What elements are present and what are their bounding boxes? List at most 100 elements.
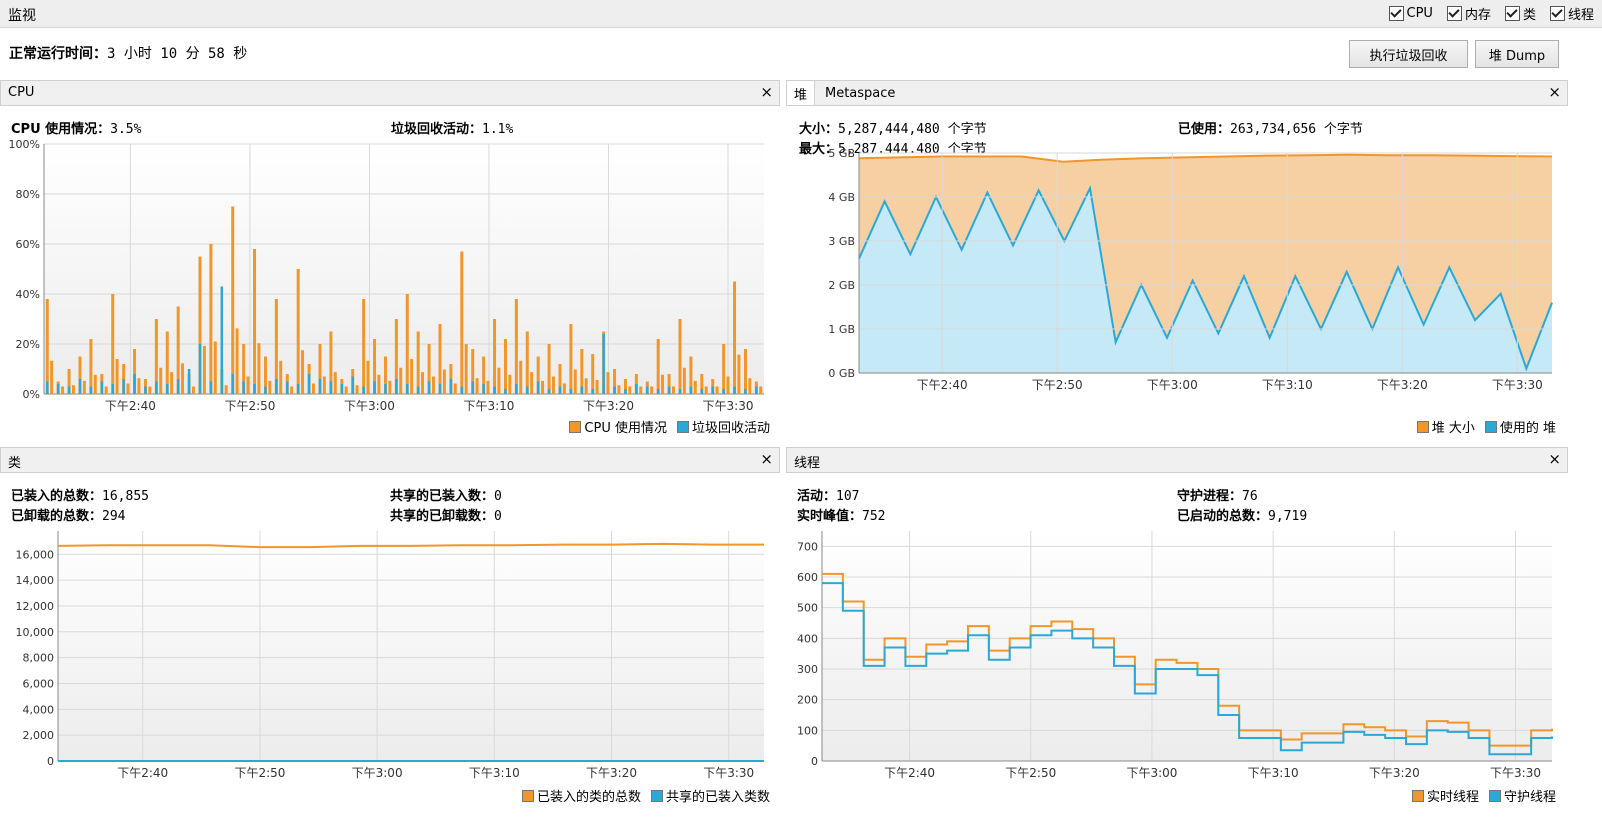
threads-legend: 实时线程 守护线程 [1411, 786, 1556, 805]
perform-gc-button[interactable]: 执行垃圾回收 [1349, 40, 1468, 68]
x-tick-label: 下午3:10 [463, 399, 514, 413]
x-tick-label: 下午3:20 [1377, 378, 1428, 392]
close-icon[interactable]: × [760, 450, 773, 468]
close-icon[interactable]: × [1548, 450, 1561, 468]
peak-threads-stat: 实时峰值：752 [797, 505, 886, 524]
cpu-panel: CPU × CPU 使用情况：3.5% 垃圾回收活动：1.1% 0% 20% 40%… [0, 80, 780, 440]
tab-metaspace[interactable]: Metaspace [818, 81, 902, 105]
tab-heap[interactable]: 堆 [787, 81, 816, 105]
cpu-usage-stat: CPU 使用情况：3.5% [11, 118, 141, 137]
uptime: 正常运行时间：3 小时 10 分 58 秒 [9, 43, 247, 63]
cpu-legend: CPU 使用情况 垃圾回收活动 [569, 417, 770, 436]
checkbox-checked-icon[interactable] [1549, 6, 1565, 21]
x-tick-label: 下午2:50 [1032, 378, 1083, 392]
shared-unloaded-stat: 共享的已卸载数：0 [390, 505, 502, 524]
x-tick-label: 下午2:40 [917, 378, 968, 392]
threads-panel-header: 线程 × [786, 447, 1568, 473]
legend-item: 使用的 堆 [1484, 417, 1556, 436]
close-icon[interactable]: × [1548, 83, 1561, 101]
y-tick-label: 10,000 [16, 626, 55, 639]
legend-item: 已装入的类的总数 [521, 786, 641, 805]
classes-panel: 类 × 已装入的总数：16,855 已卸载的总数：294 共享的已装入数：0 共… [0, 447, 780, 809]
legend-swatch [676, 420, 689, 433]
classes-panel-header: 类 × [0, 447, 780, 473]
checkbox-checked-icon[interactable] [1388, 6, 1404, 21]
peak-threads-value: 752 [862, 509, 886, 524]
y-tick-label: 20% [16, 338, 40, 351]
legend-item: 实时线程 [1411, 786, 1479, 805]
legend-item: 堆 大小 [1416, 417, 1475, 436]
heap-size-value: 5,287,444,480 个字节 [838, 122, 987, 137]
legend-label: 守护线程 [1503, 790, 1556, 805]
plot-background [822, 531, 1552, 761]
loaded-classes-stat: 已装入的总数：16,855 [11, 485, 149, 504]
y-tick-label: 100 [797, 724, 818, 737]
y-tick-label: 14,000 [16, 574, 55, 587]
legend-swatch [1488, 789, 1501, 802]
y-tick-label: 100% [9, 140, 40, 151]
shared-unloaded-value: 0 [494, 509, 502, 524]
legend-swatch [650, 789, 663, 802]
legend-label: 共享的已装入类数 [665, 790, 770, 805]
legend-label: 垃圾回收活动 [691, 421, 770, 436]
checkbox-memory[interactable]: 内存 [1446, 4, 1491, 23]
y-tick-label: 3 GB [828, 235, 855, 248]
y-tick-label: 80% [16, 188, 40, 201]
x-tick-label: 下午2:40 [117, 766, 168, 780]
legend-swatch [1411, 789, 1424, 802]
checkbox-label: CPU [1406, 6, 1433, 21]
checkbox-label: 内存 [1464, 8, 1491, 23]
threads-panel: 线程 × 活动：107 实时峰值：752 守护进程：76 已启动的总数：9,71… [786, 447, 1568, 809]
checkbox-classes[interactable]: 类 [1504, 4, 1536, 23]
legend-label: 堆 大小 [1431, 421, 1475, 436]
daemon-threads-label: 守护进程： [1177, 489, 1243, 504]
gc-activity-value: 1.1% [482, 122, 514, 137]
heap-dump-button[interactable]: 堆 Dump [1475, 40, 1559, 68]
y-tick-label: 400 [797, 632, 818, 645]
cpu-panel-header: CPU × [0, 80, 780, 106]
checkbox-label: 线程 [1567, 8, 1594, 23]
checkbox-checked-icon[interactable] [1504, 6, 1520, 21]
y-tick-label: 1 GB [828, 323, 855, 336]
heap-used-value: 263,734,656 个字节 [1230, 122, 1363, 137]
daemon-threads-stat: 守护进程：76 [1177, 485, 1258, 504]
y-tick-label: 0 GB [828, 367, 855, 380]
y-tick-label: 200 [797, 694, 818, 707]
heap-size-stat: 大小：5,287,444,480 个字节 [799, 118, 987, 137]
legend-swatch [1484, 420, 1497, 433]
memory-panel-header: 堆 Metaspace × [786, 80, 1568, 106]
y-tick-label: 60% [16, 238, 40, 251]
y-tick-label: 0 [811, 755, 818, 768]
x-tick-label: 下午2:40 [105, 399, 156, 413]
plot-background [44, 144, 764, 394]
heap-size-label: 大小： [799, 122, 839, 137]
y-tick-label: 40% [16, 288, 40, 301]
x-tick-label: 下午3:20 [1369, 766, 1420, 780]
gc-activity-label: 垃圾回收活动： [391, 122, 483, 137]
y-tick-label: 4 GB [828, 191, 855, 204]
legend-swatch [569, 420, 582, 433]
uptime-value: 3 小时 10 分 58 秒 [107, 46, 248, 62]
cpu-chart: 0% 20% 40% 60% 80% 100% 下午2:40 下午2:50 下午3:00 下午3:… [9, 140, 764, 413]
y-tick-label: 8,000 [23, 652, 55, 665]
heap-used-stat: 已使用：263,734,656 个字节 [1178, 118, 1363, 137]
cpu-panel-title: CPU [8, 85, 35, 100]
started-threads-stat: 已启动的总数：9,719 [1177, 505, 1307, 524]
monitor-title: 监视 [8, 8, 36, 24]
checkbox-threads[interactable]: 线程 [1549, 4, 1594, 23]
cpu-usage-value: 3.5% [110, 122, 142, 137]
heap-chart: 0 GB 1 GB 2 GB 3 GB 4 GB 5 GB 下午2:40 下午2:50 下午3:… [828, 147, 1553, 392]
x-tick-label: 下午3:00 [1147, 378, 1198, 392]
checkbox-checked-icon[interactable] [1446, 6, 1462, 21]
shared-loaded-value: 0 [494, 489, 502, 504]
legend-item: 守护线程 [1488, 786, 1556, 805]
uptime-label: 正常运行时间： [9, 46, 107, 62]
close-icon[interactable]: × [760, 83, 773, 101]
live-threads-label: 活动： [797, 489, 837, 504]
checkbox-cpu[interactable]: CPU [1388, 4, 1433, 23]
x-tick-label: 下午3:10 [469, 766, 520, 780]
legend-item: CPU 使用情况 [569, 417, 667, 436]
y-tick-label: 500 [797, 602, 818, 615]
live-threads-value: 107 [836, 489, 860, 504]
x-tick-label: 下午2:50 [224, 399, 275, 413]
